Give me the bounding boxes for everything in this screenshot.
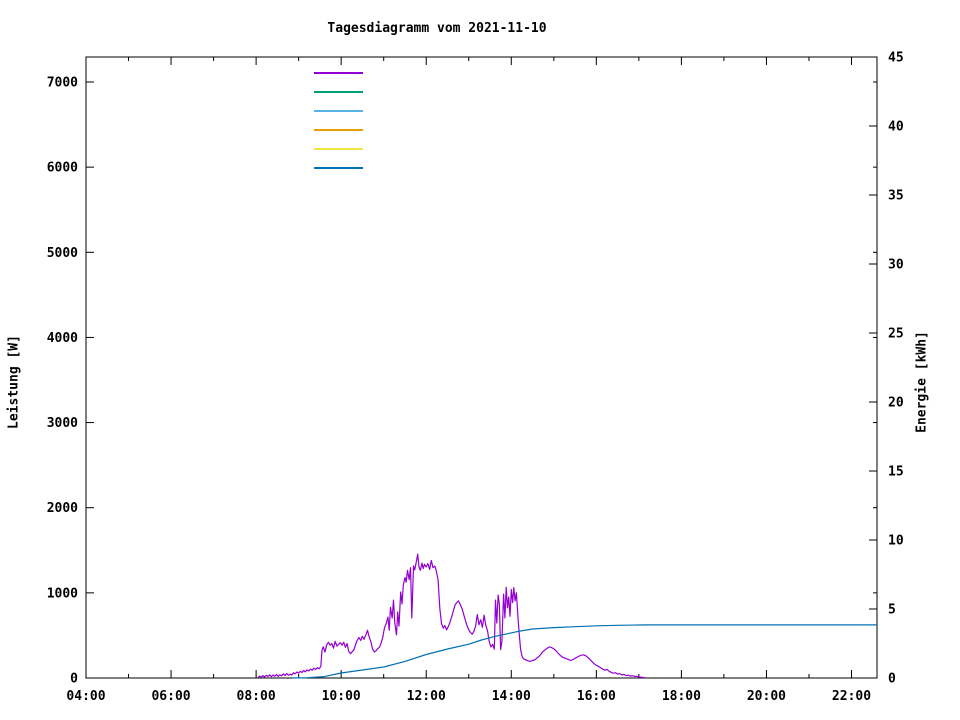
y-right-tick-label: 15: [888, 465, 904, 480]
series-line-ac-leistung-in-w: [257, 553, 646, 679]
legend-line-sample: [314, 91, 363, 93]
legend-line-sample: [314, 167, 363, 169]
legend-line-sample: [314, 72, 363, 74]
y-right-tick-label: 30: [888, 258, 904, 273]
y-right-tick-label: 20: [888, 396, 904, 411]
plot-border: [85, 56, 878, 679]
y-right-tick-label: 35: [888, 189, 904, 204]
x-tick-label: 14:00: [492, 689, 531, 704]
y-left-tick-label: 5000: [47, 246, 78, 261]
chart-canvas: 04:00 06:00 08:00 10:00 12:00 14:00 16:00 18:00…: [47, 51, 904, 705]
y-left-tick-label: 4000: [47, 331, 78, 346]
y-left-tick-label: 2000: [47, 501, 78, 516]
y-right-tick-label: 10: [888, 534, 904, 549]
chart-title: Tagesdiagramm vom 2021-11-10: [327, 21, 547, 36]
legend-line-sample: [314, 148, 363, 150]
y-left-tick-label: 6000: [47, 161, 78, 176]
x-tick-label: 12:00: [407, 689, 446, 704]
y-right-tick-label: 45: [888, 51, 904, 66]
legend-line-sample: [314, 129, 363, 131]
y-left-tick-label: 0: [70, 672, 78, 687]
series-line-energie-in-kwh: [292, 624, 877, 679]
legend-line-sample: [314, 110, 363, 112]
chart-page: { "title": "Tagesdiagramm vom 2021-11-10…: [0, 0, 960, 720]
y-right-tick-label: 0: [888, 672, 896, 687]
y-right-axis-label: Energie [kWh]: [914, 331, 930, 433]
y-left-tick-label: 3000: [47, 416, 78, 431]
x-tick-label: 22:00: [832, 689, 871, 704]
y-right-tick-label: 25: [888, 327, 904, 342]
x-tick-label: 04:00: [66, 689, 105, 704]
x-tick-label: 20:00: [747, 689, 786, 704]
y-left-tick-label: 1000: [47, 586, 78, 601]
y-right-tick-label: 5: [888, 603, 896, 618]
x-tick-label: 08:00: [237, 689, 276, 704]
x-tick-label: 10:00: [322, 689, 361, 704]
x-tick-label: 16:00: [577, 689, 616, 704]
y-right-tick-label: 40: [888, 120, 904, 135]
y-left-tick-label: 7000: [47, 76, 78, 91]
y-left-axis-label: Leistung [W]: [6, 335, 22, 429]
x-tick-label: 06:00: [151, 689, 190, 704]
x-tick-label: 18:00: [662, 689, 701, 704]
